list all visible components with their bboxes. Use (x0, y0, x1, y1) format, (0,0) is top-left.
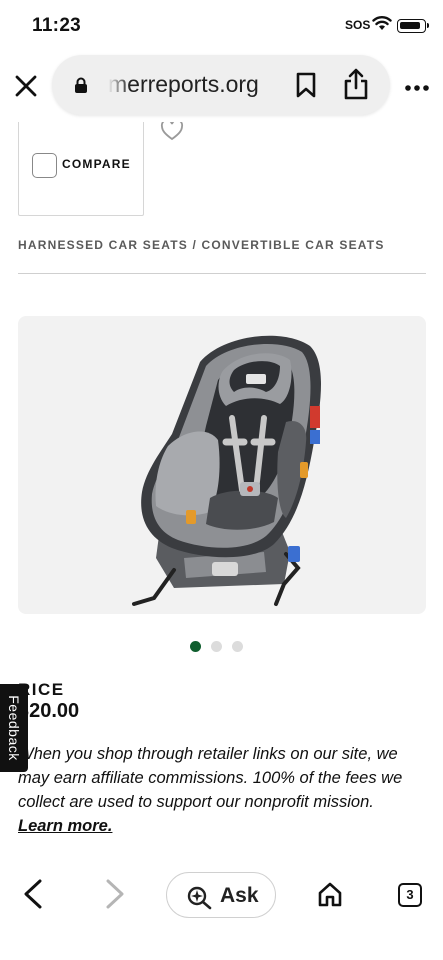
gallery-dot-3[interactable] (232, 641, 243, 652)
url-text: merreports.org (108, 71, 259, 97)
compare-label: COMPARE (62, 157, 131, 171)
tabs-count-button[interactable]: 3 (398, 883, 422, 907)
close-icon[interactable] (12, 72, 40, 100)
page-content: COMPARE HARNESSED CAR SEATS / CONVERTIBL… (0, 122, 443, 860)
product-image-gallery[interactable] (18, 316, 426, 614)
sos-indicator: SOS (345, 18, 371, 32)
affiliate-text: When you shop through retailer links on … (18, 745, 403, 811)
compare-checkbox[interactable] (32, 153, 57, 178)
share-icon[interactable] (343, 68, 369, 105)
status-time: 11:23 (32, 15, 82, 36)
feedback-label: Feedback (6, 695, 22, 761)
lock-icon (74, 77, 88, 99)
breadcrumb[interactable]: HARNESSED CAR SEATS / CONVERTIBLE CAR SE… (18, 238, 385, 252)
wifi-icon (372, 15, 392, 36)
browser-url-bar: merreports.org (0, 50, 443, 122)
ask-label: Ask (220, 884, 259, 907)
sparkle-search-icon (185, 884, 213, 915)
url-fade (108, 67, 130, 103)
affiliate-disclosure: When you shop through retailer links on … (18, 742, 418, 838)
home-icon[interactable] (316, 880, 344, 913)
divider (18, 273, 426, 274)
ask-button[interactable]: Ask (166, 872, 276, 918)
learn-more-link[interactable]: Learn more. (18, 817, 112, 835)
feedback-tab[interactable]: Feedback (0, 684, 28, 772)
forward-arrow-icon[interactable] (100, 878, 128, 915)
rating-card: COMPARE (18, 122, 144, 216)
gallery-dot-1[interactable] (190, 641, 201, 652)
battery-icon (397, 19, 429, 33)
bookmark-icon[interactable] (295, 72, 317, 103)
heart-icon[interactable] (160, 122, 184, 146)
more-options-icon[interactable] (403, 80, 431, 91)
status-bar: 11:23 SOS (0, 0, 443, 50)
gallery-dot-2[interactable] (211, 641, 222, 652)
car-seat-image (132, 335, 321, 606)
gallery-pagination (0, 641, 443, 655)
address-field[interactable]: merreports.org (52, 55, 390, 115)
browser-toolbar: Ask 3 (0, 860, 443, 960)
back-arrow-icon[interactable] (20, 878, 48, 915)
